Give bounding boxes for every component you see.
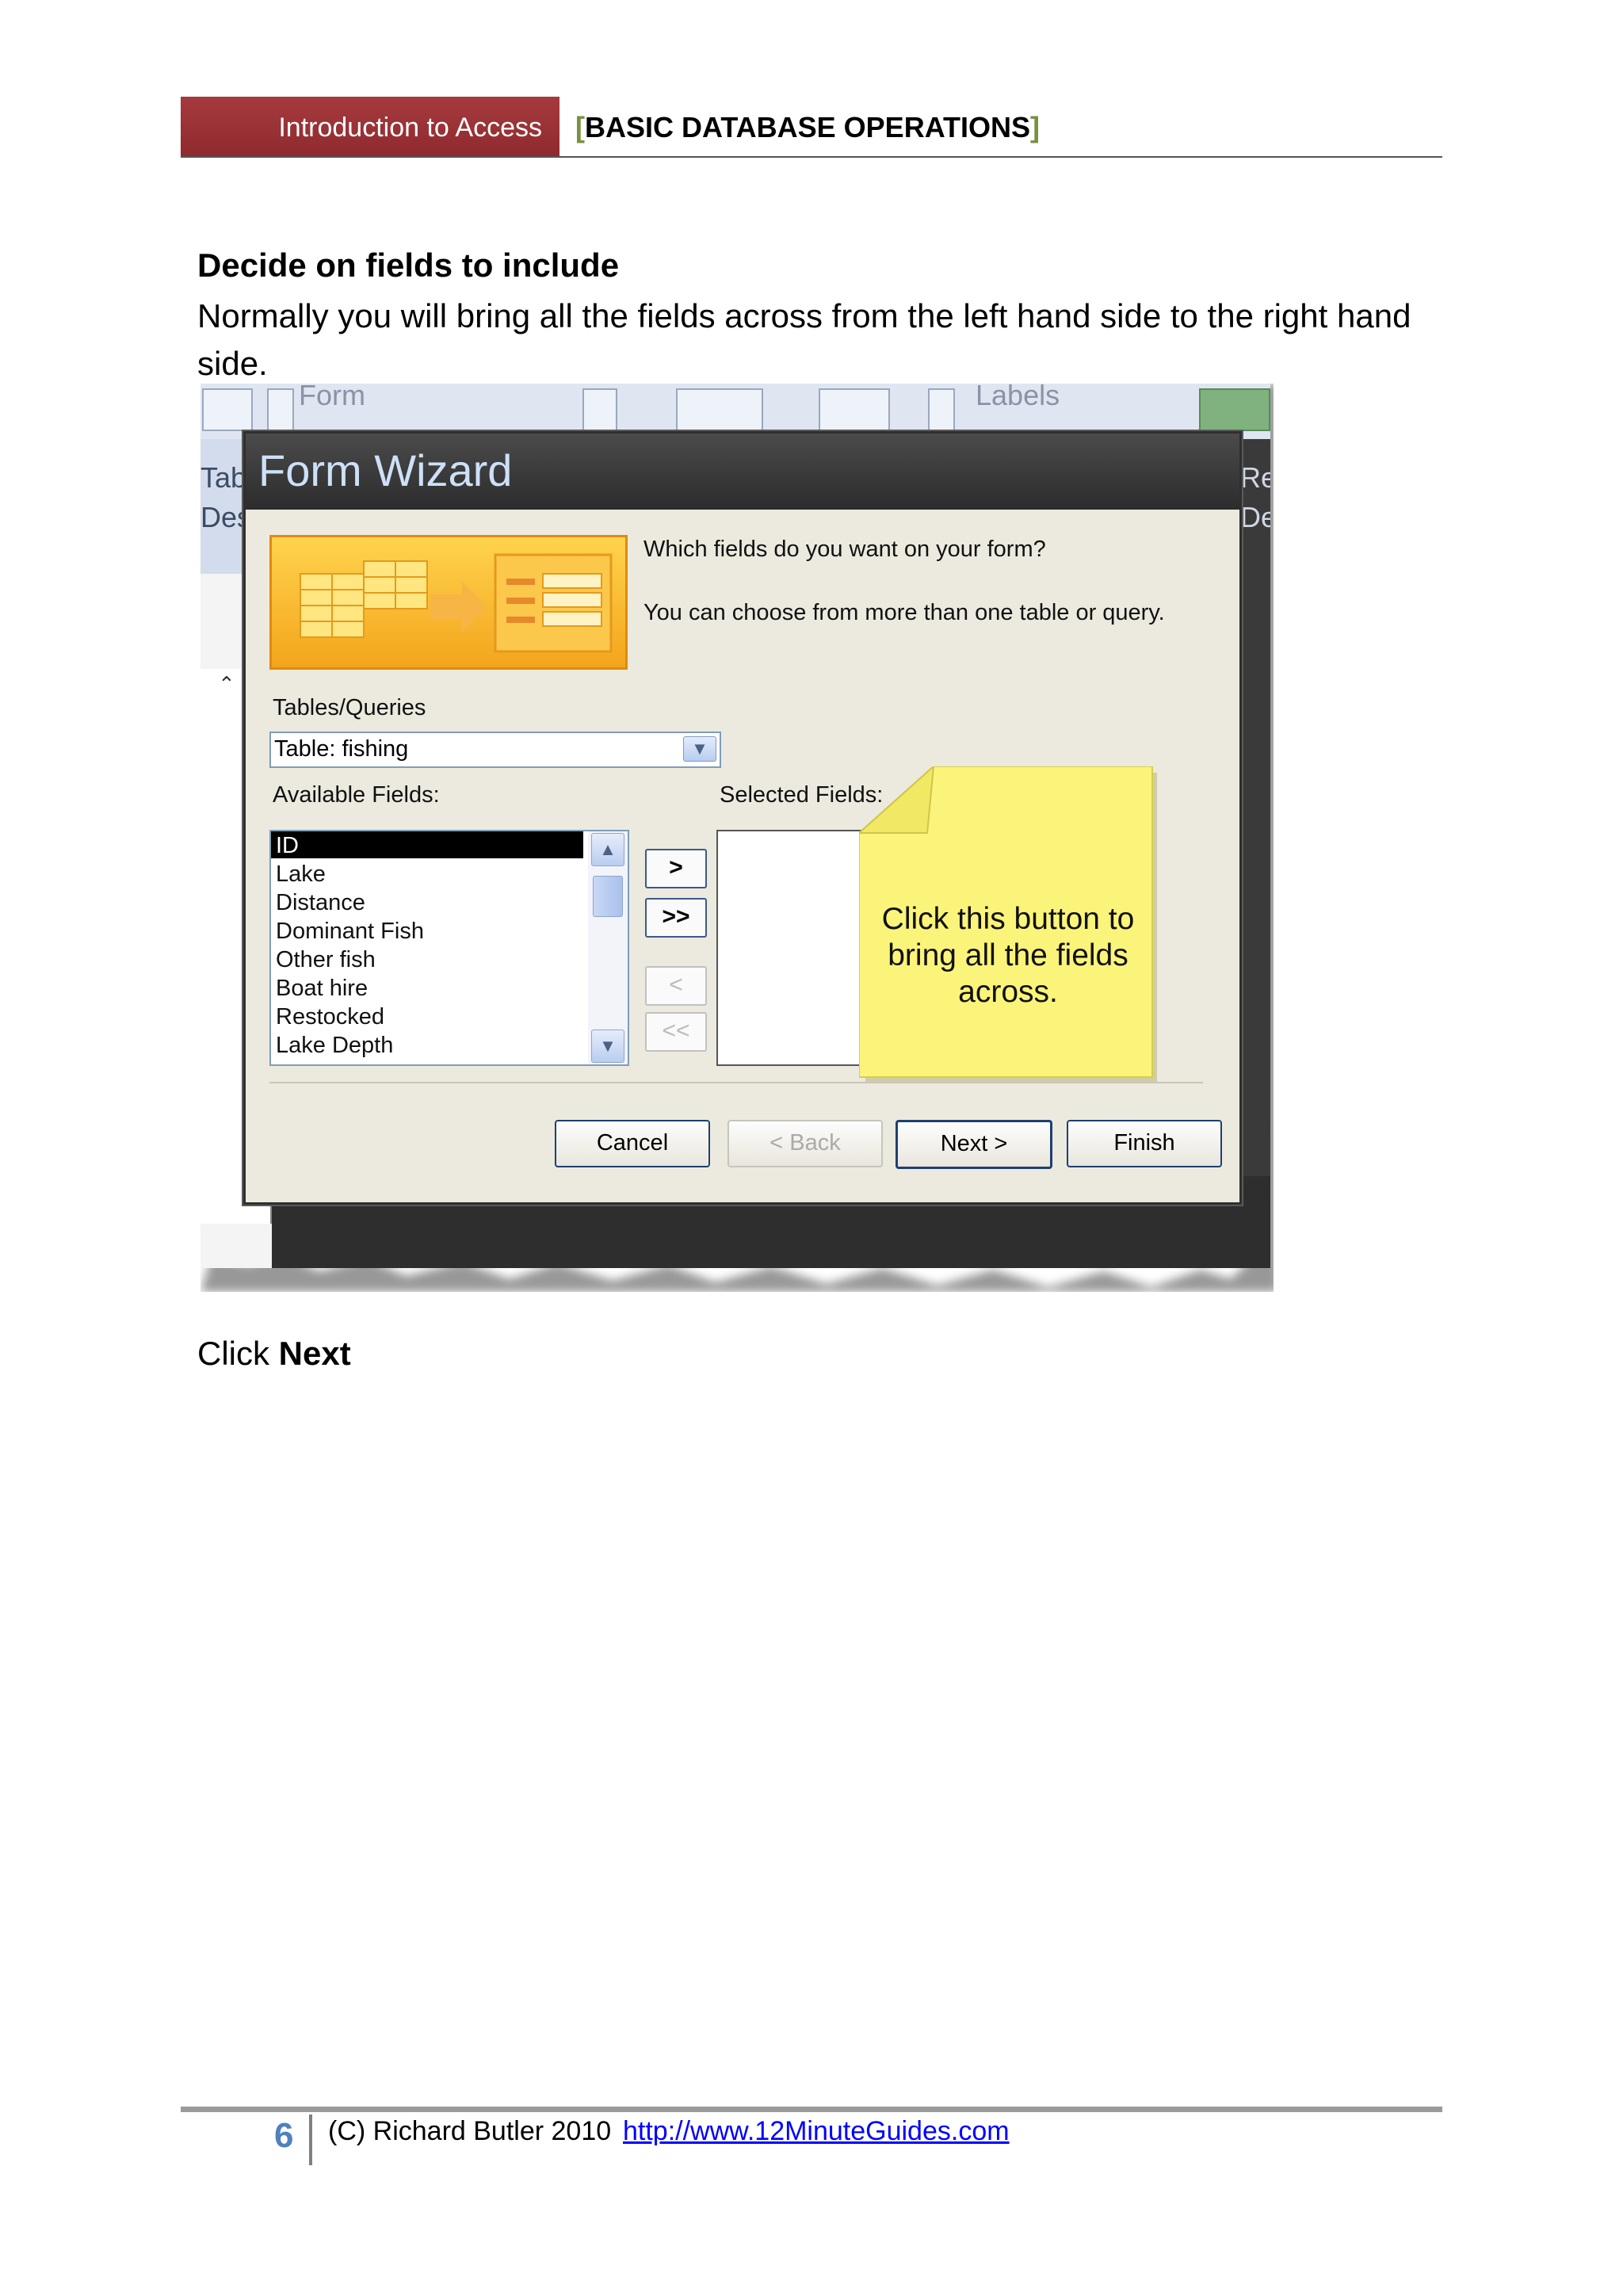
list-item[interactable]: Lake	[276, 861, 326, 888]
wizard-question: Which fields do you want on your form?	[643, 537, 1046, 562]
next-button[interactable]: Next >	[896, 1120, 1052, 1169]
form-small-icon	[267, 388, 294, 431]
header-left-label: Introduction to Access	[278, 113, 542, 143]
tables-queries-value: Table: fishing	[274, 736, 409, 762]
multiple-items-icon	[676, 388, 763, 431]
click-next-bold: Next	[278, 1335, 351, 1372]
list-item[interactable]: Restocked	[276, 1004, 384, 1030]
callout-note: Click this button to bring all the field…	[859, 766, 1157, 1082]
report-icon	[819, 388, 890, 431]
footer-link[interactable]: http://www.12MinuteGuides.com	[623, 2116, 1010, 2147]
scroll-up-icon[interactable]: ▲	[591, 833, 624, 866]
labels-small-icon	[928, 388, 955, 431]
dialog-title: Form Wizard	[258, 445, 513, 495]
table-icon	[202, 388, 253, 431]
list-scrollbar[interactable]: ▲ ▼	[588, 831, 628, 1064]
list-item[interactable]: Boat hire	[276, 976, 368, 1002]
list-item[interactable]: Distance	[276, 890, 365, 916]
section-heading: Decide on fields to include	[197, 246, 620, 284]
list-item[interactable]: ID	[276, 833, 299, 859]
header-bracket-close: ]	[1030, 111, 1041, 143]
chevron-down-icon[interactable]: ▼	[683, 736, 716, 762]
tables-queries-label: Tables/Queries	[273, 695, 426, 720]
header-bracket-open: [	[575, 111, 585, 143]
header-band: Introduction to Access	[181, 97, 559, 157]
tables-queries-dropdown[interactable]: Table: fishing ▼	[269, 732, 721, 768]
wizard-illustration	[269, 535, 628, 670]
dialog-titlebar: Form Wizard	[246, 434, 1239, 510]
table-to-form-icon	[300, 553, 613, 653]
list-item[interactable]: Other fish	[276, 947, 376, 973]
finish-button[interactable]: Finish	[1067, 1120, 1222, 1167]
footer-copyright: (C) Richard Butler 2010	[328, 2116, 612, 2146]
list-item[interactable]: Lake Depth	[276, 1033, 393, 1059]
selected-row-highlight	[271, 831, 583, 858]
callout-text: Click this button to bring all the field…	[881, 902, 1135, 1009]
split-form-icon	[582, 388, 617, 431]
form-wizard-dialog: Form Wizard Which fields do you want on …	[243, 431, 1242, 1205]
footer-rule	[181, 2107, 1442, 2112]
header-section-title: [BASIC DATABASE OPERATIONS]	[575, 111, 1040, 144]
available-fields-label: Available Fields:	[273, 782, 440, 808]
screenshot-figure: Form Labels Tab Desi ⌃ Repor Desig Form	[200, 384, 1274, 1292]
right-edge-area: Repor Desig	[1237, 439, 1270, 1268]
footer-divider	[309, 2115, 312, 2165]
move-one-button[interactable]: >	[645, 849, 707, 888]
instruction-click-next: Click Next	[197, 1335, 351, 1373]
collapse-icon[interactable]: ⌃	[218, 672, 235, 697]
list-item[interactable]: Dominant Fish	[276, 919, 424, 945]
wizard-hint: You can choose from more than one table …	[643, 600, 1165, 625]
cancel-button[interactable]: Cancel	[555, 1120, 710, 1167]
click-prefix: Click	[197, 1335, 279, 1372]
move-all-button[interactable]: >>	[645, 898, 707, 938]
remove-one-button[interactable]: <	[645, 966, 707, 1006]
background-access-window: Form Labels Tab Desi ⌃ Repor Desig Form	[200, 384, 1270, 1268]
dialog-separator	[269, 1082, 1203, 1083]
body-paragraph: Normally you will bring all the fields a…	[197, 297, 1411, 382]
page-number: 6	[274, 2116, 294, 2155]
remove-all-button[interactable]: <<	[645, 1012, 707, 1052]
ribbon-report-fragment: Repor	[1240, 461, 1270, 494]
scroll-down-icon[interactable]: ▼	[591, 1030, 624, 1063]
header-rule	[181, 156, 1442, 158]
ribbon-form-label: Form	[299, 384, 365, 411]
ribbon-design-fragment: Desig	[1240, 501, 1270, 533]
header-title-text: BASIC DATABASE OPERATIONS	[585, 111, 1031, 143]
ribbon-labels-label: Labels	[976, 384, 1060, 411]
scroll-thumb[interactable]	[593, 876, 623, 917]
back-button[interactable]: < Back	[727, 1120, 883, 1167]
nav-tab-fragment: Tab	[200, 461, 247, 494]
available-fields-list[interactable]: ID Lake Distance Dominant Fish Other fis…	[269, 830, 629, 1066]
report-design-icon	[1199, 388, 1270, 431]
